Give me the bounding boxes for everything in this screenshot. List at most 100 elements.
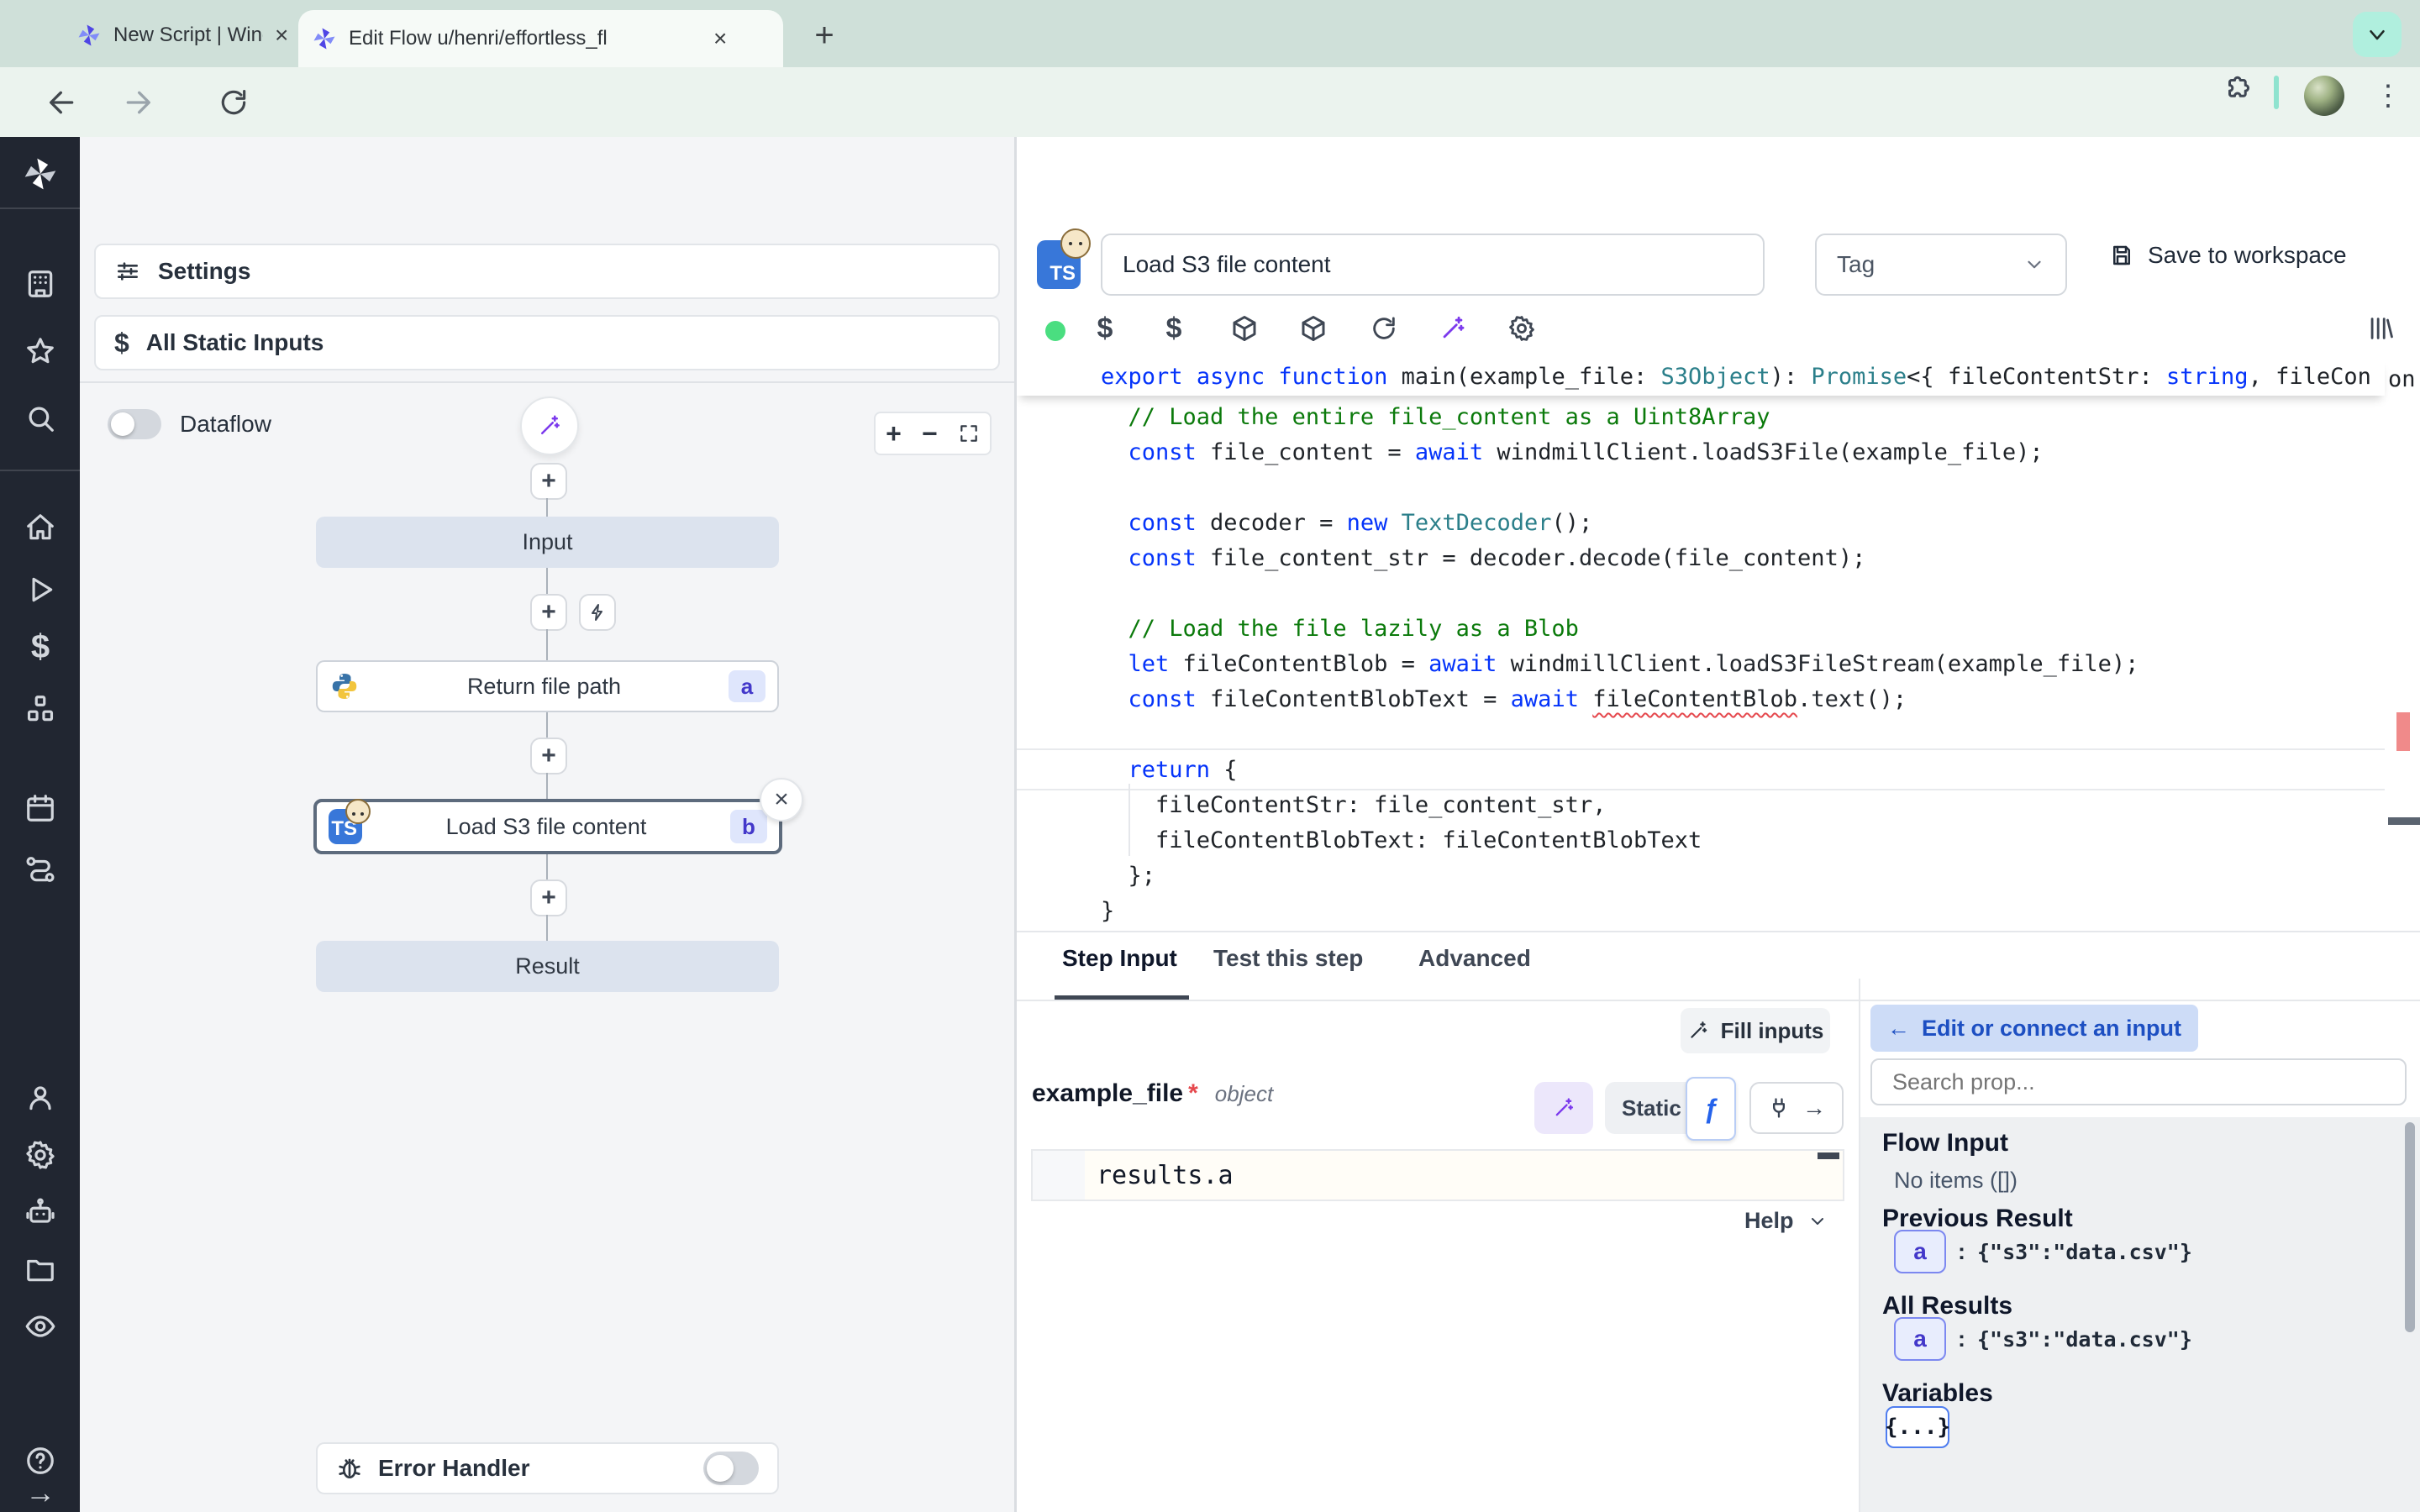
static-label: Static bbox=[1622, 1095, 1681, 1121]
result-value: {"s3":"data.csv"} bbox=[1977, 1240, 2192, 1264]
flow-node-b-selected[interactable]: TS Load S3 file content b bbox=[313, 799, 782, 854]
error-handler-label: Error Handler bbox=[378, 1455, 530, 1482]
box-icon bbox=[1298, 313, 1328, 344]
dataflow-toggle[interactable] bbox=[108, 409, 161, 439]
all-static-inputs-row[interactable]: $ All Static Inputs bbox=[94, 315, 1000, 370]
sidebar-item-variables[interactable]: $ bbox=[24, 631, 56, 663]
sidebar-item-search[interactable] bbox=[24, 402, 56, 434]
add-step-button[interactable]: + bbox=[530, 463, 567, 500]
add-step-button[interactable]: + bbox=[530, 594, 567, 631]
add-step-button[interactable]: + bbox=[530, 738, 567, 774]
delete-step-button[interactable]: × bbox=[760, 778, 803, 822]
sidebar-item-audit-logs[interactable] bbox=[24, 1310, 56, 1342]
sidebar-expand-icon[interactable]: → bbox=[24, 1477, 56, 1509]
result-badge[interactable]: a bbox=[1894, 1317, 1946, 1361]
package-2-button[interactable] bbox=[1294, 308, 1333, 349]
edit-or-connect-button[interactable]: ← Edit or connect an input bbox=[1870, 1005, 2198, 1052]
sidebar-item-folders[interactable] bbox=[24, 1253, 56, 1285]
previous-result-title: Previous Result bbox=[1882, 1205, 2073, 1233]
sidebar-item-flows[interactable] bbox=[24, 853, 56, 885]
javascript-expression-toggle[interactable]: ƒ bbox=[1686, 1077, 1736, 1141]
node-label: Result bbox=[515, 953, 580, 979]
sidebar-item-resources[interactable] bbox=[24, 693, 56, 725]
help-toggle[interactable]: Help bbox=[1744, 1208, 1828, 1234]
error-handler-toggle[interactable] bbox=[703, 1452, 759, 1485]
arg-ai-button[interactable] bbox=[1534, 1082, 1593, 1134]
windmill-logo-icon[interactable] bbox=[22, 155, 59, 192]
step-title-input[interactable] bbox=[1101, 234, 1765, 296]
sidebar-item-home[interactable] bbox=[24, 512, 56, 543]
forward-button[interactable] bbox=[116, 81, 160, 124]
divider bbox=[1017, 1000, 2420, 1001]
assets-button[interactable]: $ bbox=[1086, 307, 1124, 350]
add-step-button[interactable]: + bbox=[530, 879, 567, 916]
tag-select[interactable]: Tag bbox=[1815, 234, 2067, 296]
minimap-slider[interactable] bbox=[2388, 817, 2420, 825]
result-badge[interactable]: a bbox=[1894, 1230, 1946, 1273]
editor-settings-button[interactable] bbox=[1502, 308, 1541, 349]
zoom-out-button[interactable]: − bbox=[922, 418, 938, 449]
extensions-button[interactable] bbox=[2220, 71, 2257, 108]
add-trigger-button[interactable] bbox=[579, 594, 616, 631]
tab-test-this-step[interactable]: Test this step bbox=[1213, 945, 1363, 972]
library-button[interactable] bbox=[2361, 308, 2400, 349]
magic-wand-icon bbox=[1687, 1020, 1709, 1042]
fill-inputs-button[interactable]: Fill inputs bbox=[1681, 1008, 1830, 1053]
node-badge: a bbox=[729, 670, 765, 702]
required-mark: * bbox=[1188, 1079, 1198, 1108]
flow-node-result[interactable]: Result bbox=[316, 941, 779, 992]
dataflow-toggle-row[interactable]: Dataflow bbox=[108, 409, 271, 439]
sidebar-item-runs[interactable] bbox=[24, 574, 56, 606]
flow-input-empty: No items ([]) bbox=[1894, 1168, 2018, 1194]
back-button[interactable] bbox=[40, 81, 84, 124]
ai-assistant-button[interactable] bbox=[1434, 308, 1472, 349]
fn-glyph: ƒ bbox=[1703, 1094, 1718, 1125]
tag-placeholder: Tag bbox=[1837, 251, 1875, 278]
save-to-workspace-button[interactable]: Save to workspace bbox=[2109, 242, 2347, 269]
tab-search-button[interactable] bbox=[2353, 12, 2402, 57]
tab-close-icon[interactable]: × bbox=[713, 25, 727, 52]
arg-name: example_file bbox=[1032, 1079, 1183, 1108]
tab-advanced[interactable]: Advanced bbox=[1418, 945, 1531, 972]
sidebar-item-workspace[interactable] bbox=[24, 268, 56, 300]
previous-result-row[interactable]: a : {"s3":"data.csv"} bbox=[1894, 1230, 2192, 1273]
sidebar-item-settings[interactable] bbox=[24, 1139, 56, 1171]
connect-input-button[interactable]: → bbox=[1749, 1082, 1844, 1134]
flow-edge bbox=[546, 915, 548, 941]
zoom-in-button[interactable]: + bbox=[886, 418, 902, 449]
all-results-row[interactable]: a : {"s3":"data.csv"} bbox=[1894, 1317, 2192, 1361]
sidebar-item-schedules[interactable] bbox=[24, 792, 56, 824]
variables-badge[interactable]: {...} bbox=[1886, 1406, 1949, 1448]
search-prop-input[interactable] bbox=[1870, 1058, 2407, 1105]
reload-icon bbox=[218, 87, 250, 118]
sidebar-item-users[interactable] bbox=[24, 1082, 56, 1114]
package-button[interactable] bbox=[1225, 308, 1264, 349]
scrollbar-thumb[interactable] bbox=[2405, 1122, 2415, 1332]
flow-settings-row[interactable]: Settings bbox=[94, 244, 1000, 299]
colon: : bbox=[1958, 1326, 1965, 1352]
flow-node-input[interactable]: Input bbox=[316, 517, 779, 568]
browser-tab-edit-flow[interactable]: Edit Flow u/henri/effortless_fl × bbox=[298, 10, 783, 67]
error-handler-row[interactable]: Error Handler bbox=[316, 1442, 779, 1494]
tab-close-icon[interactable]: × bbox=[275, 22, 288, 49]
tab-step-input[interactable]: Step Input bbox=[1062, 945, 1177, 972]
reload-button[interactable] bbox=[212, 81, 255, 124]
profile-avatar[interactable] bbox=[2304, 76, 2344, 116]
browser-menu-button[interactable]: ⋮ bbox=[2370, 77, 2407, 114]
sidebar-item-help[interactable] bbox=[24, 1445, 56, 1477]
fit-view-button[interactable] bbox=[958, 423, 980, 444]
code-editor[interactable]: on // Load the entire file_content as a … bbox=[1017, 357, 2420, 931]
sidebar-item-workers[interactable] bbox=[24, 1196, 56, 1228]
new-tab-button[interactable]: + bbox=[802, 13, 846, 57]
sidebar-item-favorites[interactable] bbox=[24, 335, 56, 367]
node-label: Load S3 file content bbox=[446, 814, 647, 840]
expression-editor[interactable]: results.a bbox=[1031, 1149, 1844, 1201]
refresh-icon bbox=[1370, 314, 1398, 343]
reset-button[interactable] bbox=[1365, 308, 1403, 349]
variables-button[interactable]: $ bbox=[1155, 307, 1193, 350]
ai-flow-button[interactable] bbox=[520, 396, 579, 455]
browser-tab-new-script[interactable]: New Script | Windmill × bbox=[63, 10, 325, 60]
flow-node-a[interactable]: Return file path a bbox=[316, 660, 779, 712]
plug-icon bbox=[1767, 1096, 1791, 1120]
browser-tab-strip: New Script | Windmill × Edit Flow u/henr… bbox=[0, 0, 2420, 67]
